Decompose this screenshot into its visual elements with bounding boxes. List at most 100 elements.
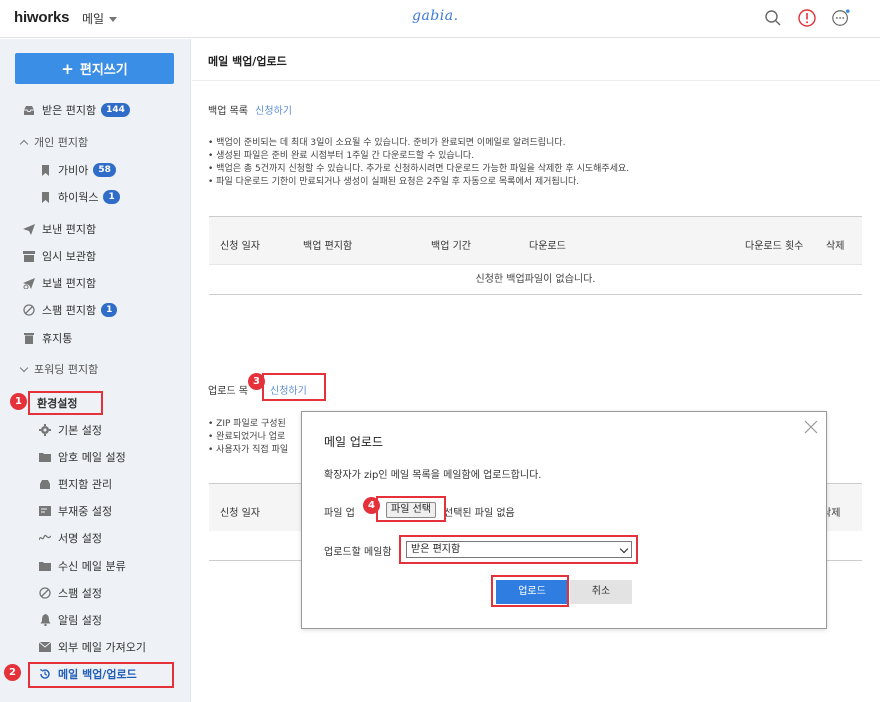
sidebar-item-mail-backup[interactable]: 메일 백업/업로드 (38, 663, 137, 685)
chevron-down-icon (19, 363, 29, 372)
step-marker-1: 1 (10, 393, 27, 410)
mailbox-selected-value: 받은 편지함 (411, 544, 461, 555)
col-backup-folder: 백업 편지함 (303, 241, 353, 252)
close-icon[interactable] (804, 420, 818, 434)
cancel-button[interactable]: 취소 (570, 580, 632, 604)
top-bar: hiworks 메일 gabia. (0, 0, 880, 38)
file-select-button[interactable]: 파일 선택 (386, 502, 436, 518)
modal-description: 확장자가 zip인 메일 목록을 메일함에 업로드합니다. (324, 470, 542, 481)
sidebar-item-label: 가비아 (58, 164, 89, 177)
sidebar-item-encrypted-mail[interactable]: 암호 메일 설정 (38, 446, 126, 468)
trash-icon (22, 331, 36, 345)
sidebar-item-signature[interactable]: 서명 설정 (38, 527, 102, 549)
note-line: • 완료되었거나 업로 (208, 432, 286, 442)
note-line: • 사용자가 직접 파일 (208, 445, 289, 455)
sidebar-item-scheduled[interactable]: 보낼 편지함 (22, 272, 96, 294)
sidebar-item-label: 기본 설정 (58, 424, 102, 437)
backup-empty-row: 신청한 백업파일이 없습니다. (209, 264, 862, 295)
sidebar-item-away-settings[interactable]: 부재중 설정 (38, 500, 112, 522)
paper-plane-icon (22, 222, 36, 236)
col-request-date: 신청 일자 (220, 508, 260, 519)
bell-icon (38, 613, 52, 627)
col-download-count: 다운로드 횟수 (745, 241, 804, 252)
sidebar-item-label: 스팸 설정 (58, 587, 102, 600)
block-icon (38, 586, 52, 600)
upload-section-heading: 업로드 목 (208, 382, 248, 397)
main-header: 메일 백업/업로드 (192, 39, 880, 81)
unread-count-badge: 1 (101, 303, 118, 317)
chevron-up-icon (19, 139, 29, 148)
bookmark-icon (38, 190, 52, 204)
sidebar-item-trash[interactable]: 휴지통 (22, 327, 72, 349)
sidebar-item-folder-management[interactable]: 편지함 관리 (38, 473, 112, 495)
backup-section-heading: 백업 목록 신청하기 (208, 102, 292, 117)
backup-request-link[interactable]: 신청하기 (255, 106, 292, 117)
folder-icon (38, 559, 52, 573)
sidebar-section-settings[interactable]: 환경설정 (37, 392, 77, 414)
upload-modal: 메일 업로드 확장자가 zip인 메일 목록을 메일함에 업로드합니다. 파일 … (301, 411, 827, 629)
sidebar-item-spam[interactable]: 스팸 편지함 1 (22, 299, 118, 321)
note-line: • 생성된 파일은 준비 완료 시점부터 1주일 간 다운로드할 수 있습니다. (208, 151, 475, 161)
gabia-brand: gabia. (412, 8, 459, 24)
scheduled-send-icon (22, 276, 36, 290)
folder-lock-icon (38, 450, 52, 464)
sidebar-item-label: 부재중 설정 (58, 505, 113, 518)
sidebar-item-label: 메일 백업/업로드 (58, 668, 137, 681)
col-request-date: 신청 일자 (220, 241, 260, 252)
sidebar-item-label: 알림 설정 (58, 614, 102, 627)
sidebar-section-label: 개인 편지함 (34, 136, 89, 149)
sidebar-item-label: 하이웍스 (58, 191, 99, 204)
mailbox-select[interactable]: 받은 편지함 (406, 541, 632, 558)
sidebar-section-label: 환경설정 (37, 397, 78, 410)
sidebar-item-sent[interactable]: 보낸 편지함 (22, 218, 96, 240)
block-icon (22, 303, 36, 317)
sidebar-section-personal[interactable]: 개인 편지함 (18, 131, 88, 153)
alert-icon[interactable] (797, 8, 817, 28)
inbox-tray-icon (38, 477, 52, 491)
unread-count-badge: 1 (103, 190, 120, 204)
plus-icon: + (61, 59, 74, 78)
gear-icon (38, 423, 52, 437)
sidebar-item-label: 보낼 편지함 (42, 277, 97, 290)
sidebar-item-label: 서명 설정 (58, 532, 102, 545)
bookmark-icon (38, 163, 52, 177)
sidebar-item-label: 편지함 관리 (58, 478, 113, 491)
note-line: • 백업은 총 5건까지 신청할 수 있습니다. 추가로 신청하시려면 다운로드… (208, 164, 630, 174)
file-status: 선택된 파일 없음 (444, 508, 515, 519)
sidebar-item-label: 수신 메일 분류 (58, 560, 126, 573)
sidebar-item-drafts[interactable]: 임시 보관함 (22, 245, 96, 267)
page-title: 메일 백업/업로드 (208, 55, 287, 68)
more-icon[interactable] (831, 8, 851, 28)
app-switcher-label: 메일 (82, 12, 105, 26)
sidebar-item-basic-settings[interactable]: 기본 설정 (38, 419, 102, 441)
compose-button[interactable]: + 편지쓰기 (15, 53, 174, 84)
sidebar-item-gabia[interactable]: 가비아 58 (38, 159, 116, 181)
signature-icon (38, 531, 52, 545)
compose-label: 편지쓰기 (79, 63, 128, 78)
upload-notes: • ZIP 파일로 구성된 • 완료되었거나 업로 • 사용자가 직접 파일 (208, 418, 288, 457)
unread-count-badge: 58 (93, 163, 116, 177)
note-line: • ZIP 파일로 구성된 (208, 419, 286, 429)
col-delete: 삭제 (826, 241, 845, 252)
import-mail-icon (38, 640, 52, 654)
sidebar-item-notifications[interactable]: 알림 설정 (38, 609, 102, 631)
sidebar-item-inbox[interactable]: 받은 편지함 144 (22, 99, 130, 121)
backup-section-label: 백업 목록 (208, 106, 248, 117)
sidebar-item-label: 암호 메일 설정 (58, 451, 126, 464)
upload-request-link[interactable]: 신청하기 (270, 382, 307, 397)
sidebar-section-forwarding[interactable]: 포워딩 편지함 (18, 358, 98, 380)
backup-table-header: 신청 일자 백업 편지함 백업 기간 다운로드 다운로드 횟수 삭제 (209, 216, 862, 264)
hiworks-logo[interactable]: hiworks (14, 9, 69, 26)
col-download: 다운로드 (529, 241, 566, 252)
sidebar-item-mail-filter[interactable]: 수신 메일 분류 (38, 555, 126, 577)
sidebar-item-spam-settings[interactable]: 스팸 설정 (38, 582, 102, 604)
search-icon[interactable] (763, 8, 783, 28)
app-switcher[interactable]: 메일 (82, 10, 118, 27)
sidebar-item-external-mail[interactable]: 외부 메일 가져오기 (38, 636, 146, 658)
modal-title: 메일 업로드 (324, 435, 384, 449)
upload-button[interactable]: 업로드 (496, 580, 568, 604)
note-line: • 백업이 준비되는 데 최대 3일이 소요될 수 있습니다. 준비가 완료되면… (208, 138, 566, 148)
sidebar-item-label: 임시 보관함 (42, 250, 97, 263)
note-line: • 파일 다운로드 기한이 만료되거나 생성이 실패된 요청은 2주일 후 자동… (208, 177, 580, 187)
sidebar-item-hiworks[interactable]: 하이웍스 1 (38, 186, 120, 208)
